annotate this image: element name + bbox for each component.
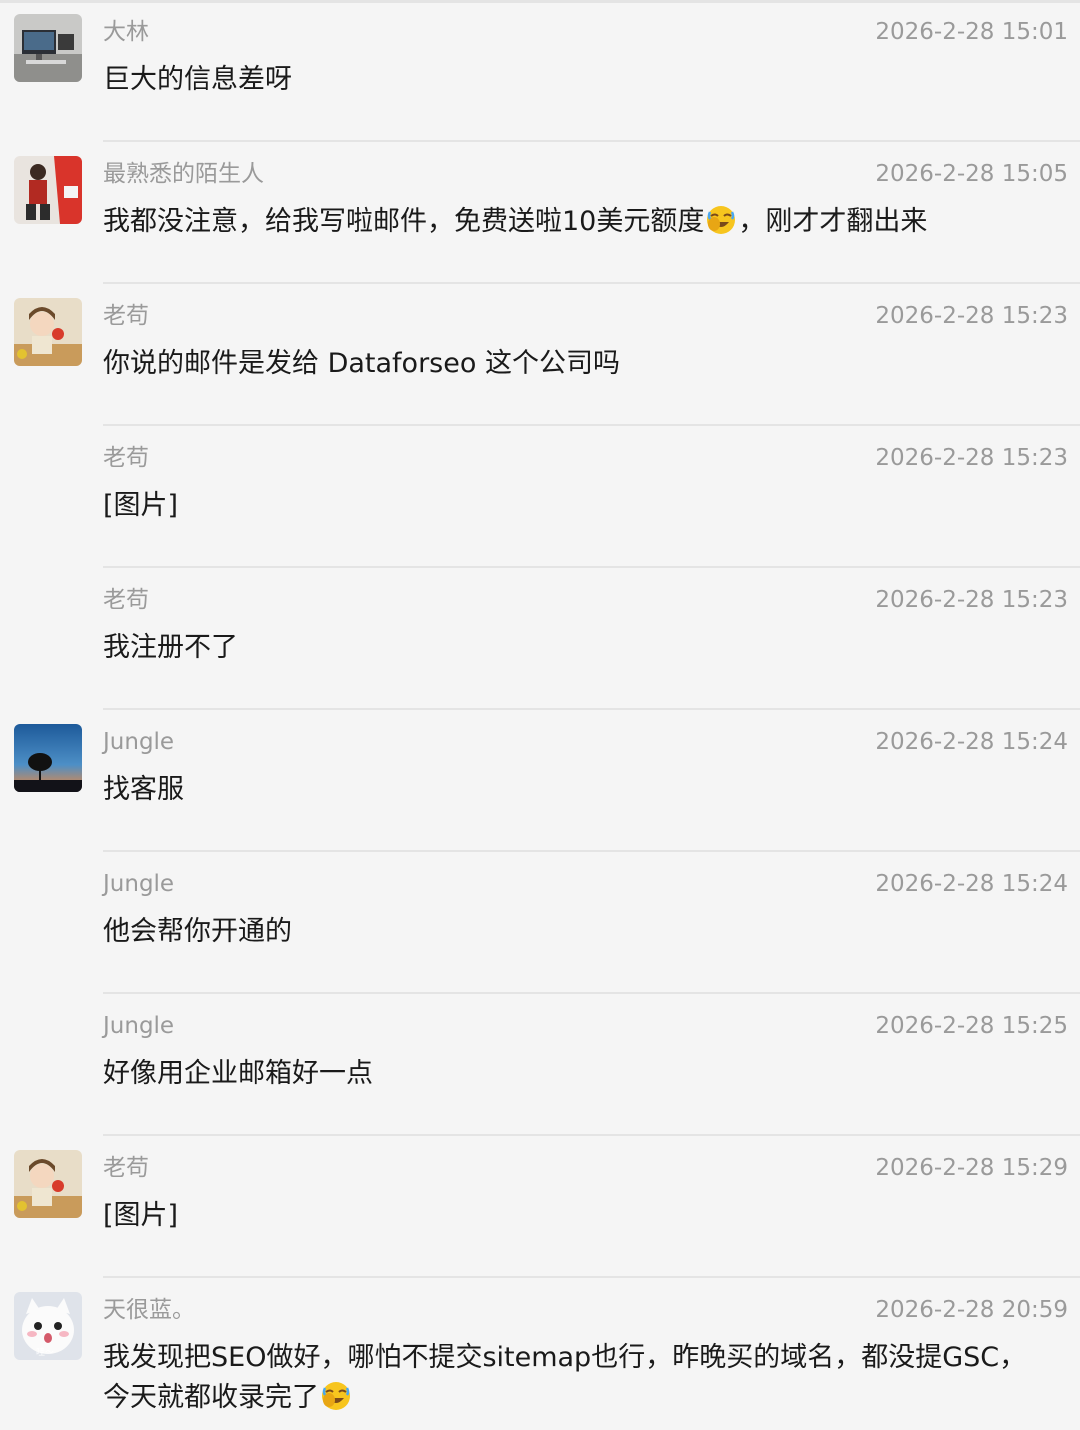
message-item[interactable]: Jungle 2026-2-28 15:24 他会帮你开通的 xyxy=(0,852,1080,994)
message-text: 好像用企业邮箱好一点 xyxy=(103,1058,373,1089)
sender-name: 最熟悉的陌生人 xyxy=(103,161,264,187)
message-timestamp: 2026-2-28 15:24 xyxy=(875,729,1068,755)
message-text-part: 我发现把SEO做好，哪怕不提交sitemap也行，昨晚买的域名，都没提GSC，今… xyxy=(103,1342,1027,1413)
sender-name: Jungle xyxy=(103,729,175,755)
message-item[interactable]: 老苟 2026-2-28 15:23 你说的邮件是发给 Dataforseo 这… xyxy=(0,284,1080,426)
facepalm-laugh-emoji-icon xyxy=(320,1380,352,1412)
message-item[interactable]: 老苟 2026-2-28 15:29 [图片] xyxy=(0,1136,1080,1278)
message-text: 你说的邮件是发给 Dataforseo 这个公司吗 xyxy=(103,348,620,379)
message-text-part: 我都没注意，给我写啦邮件，免费送啦10美元额度 xyxy=(103,206,705,237)
sender-name: 老苟 xyxy=(103,587,149,613)
message-timestamp: 2026-2-28 20:59 xyxy=(875,1297,1068,1323)
message-item[interactable]: 老苟 2026-2-28 15:23 [图片] xyxy=(0,426,1080,568)
message-timestamp: 2026-2-28 15:23 xyxy=(875,303,1068,329)
sender-name: 老苟 xyxy=(103,1155,149,1181)
message-timestamp: 2026-2-28 15:25 xyxy=(875,1013,1068,1039)
message-item[interactable]: Jungle 2026-2-28 15:25 好像用企业邮箱好一点 xyxy=(0,994,1080,1136)
image-placeholder-text[interactable]: [图片] xyxy=(103,1196,1063,1236)
avatar-cute-cat[interactable]: 哇～ xyxy=(14,1292,82,1360)
avatar-girl-with-apple[interactable] xyxy=(14,298,82,366)
avatar-girl-with-apple[interactable] xyxy=(14,1150,82,1218)
facepalm-laugh-emoji-icon xyxy=(705,204,737,236)
message-item[interactable]: 哇～ 天很蓝。 2026-2-28 20:59 我发现把SEO做好，哪怕不提交s… xyxy=(0,1278,1080,1430)
message-timestamp: 2026-2-28 15:01 xyxy=(875,19,1068,45)
message-text-part: ，刚才才翻出来 xyxy=(738,206,928,237)
avatar-image xyxy=(14,298,82,366)
sender-name: 天很蓝。 xyxy=(103,1297,195,1323)
chat-message-list: 大林 2026-2-28 15:01 巨大的信息差呀 最熟悉的陌生人 2026-… xyxy=(0,0,1080,1430)
avatar-image xyxy=(14,156,82,224)
message-item[interactable]: 老苟 2026-2-28 15:23 我注册不了 xyxy=(0,568,1080,710)
message-text: 巨大的信息差呀 xyxy=(103,64,292,95)
message-item[interactable]: Jungle 2026-2-28 15:24 找客服 xyxy=(0,710,1080,852)
avatar-image xyxy=(14,724,82,792)
avatar-game-character[interactable] xyxy=(14,156,82,224)
message-timestamp: 2026-2-28 15:23 xyxy=(875,587,1068,613)
message-timestamp: 2026-2-28 15:23 xyxy=(875,445,1068,471)
avatar-image xyxy=(14,1150,82,1218)
sender-name: 大林 xyxy=(103,19,149,45)
sender-name: Jungle xyxy=(103,871,175,897)
message-timestamp: 2026-2-28 15:24 xyxy=(875,871,1068,897)
message-text: 找客服 xyxy=(103,774,184,805)
message-item[interactable]: 最熟悉的陌生人 2026-2-28 15:05 我都没注意，给我写啦邮件，免费送… xyxy=(0,142,1080,284)
message-text: 他会帮你开通的 xyxy=(103,916,292,947)
message-text: 我都没注意，给我写啦邮件，免费送啦10美元额度 ，刚才才翻出来 xyxy=(103,202,1063,242)
image-placeholder-text[interactable]: [图片] xyxy=(103,486,1063,526)
avatar-image xyxy=(14,14,82,82)
avatar-tree-sunset[interactable] xyxy=(14,724,82,792)
sender-name: Jungle xyxy=(103,1013,175,1039)
message-text: 我注册不了 xyxy=(103,632,238,663)
avatar-monitor-desk[interactable] xyxy=(14,14,82,82)
avatar-caption: 哇～ xyxy=(36,1347,54,1358)
message-text: 我发现把SEO做好，哪怕不提交sitemap也行，昨晚买的域名，都没提GSC，今… xyxy=(103,1338,1053,1418)
avatar-image: 哇～ xyxy=(14,1292,82,1360)
message-item[interactable]: 大林 2026-2-28 15:01 巨大的信息差呀 xyxy=(0,0,1080,142)
sender-name: 老苟 xyxy=(103,303,149,329)
sender-name: 老苟 xyxy=(103,445,149,471)
message-timestamp: 2026-2-28 15:29 xyxy=(875,1155,1068,1181)
message-timestamp: 2026-2-28 15:05 xyxy=(875,161,1068,187)
